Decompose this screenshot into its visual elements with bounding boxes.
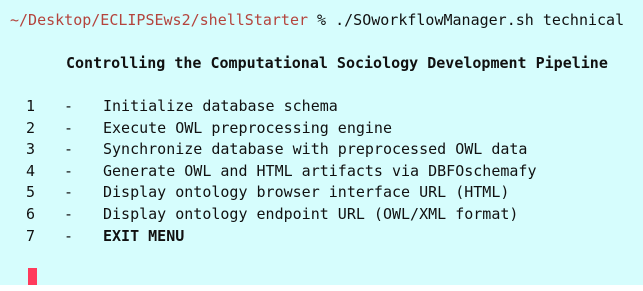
menu-item-label: EXIT MENU [103, 226, 185, 245]
menu-item-label: Synchronize database with preprocessed O… [103, 140, 528, 159]
menu-item-synchronize-database[interactable]: 3 - Synchronize database with preprocessed… [26, 139, 536, 161]
menu-item-number: 7 [26, 226, 36, 245]
prompt-symbol: % [317, 11, 327, 29]
terminal-window[interactable]: ~/Desktop/ECLIPSEws2/shellStarter % ./SO… [0, 0, 643, 291]
menu-item-label: Initialize database schema [103, 97, 338, 115]
menu-item-number: 5 [26, 183, 36, 202]
workflow-menu: 1 - Initialize database schema 2 - Execute O… [26, 96, 536, 247]
menu-item-browser-url[interactable]: 5 - Display ontology browser interface URL… [26, 182, 536, 204]
menu-item-endpoint-url[interactable]: 6 - Display ontology endpoint URL (OWL/XML… [26, 204, 536, 226]
menu-item-dash: - [64, 161, 74, 180]
menu-item-dash: - [64, 118, 74, 137]
menu-item-initialize-schema[interactable]: 1 - Initialize database schema [26, 96, 536, 118]
text-cursor [28, 268, 37, 288]
prompt-path: ~/Desktop/ECLIPSEws2/shellStarter [10, 11, 309, 29]
shell-prompt: ~/Desktop/ECLIPSEws2/shellStarter % ./SO… [10, 10, 624, 30]
menu-item-dash: - [64, 140, 74, 159]
menu-item-number: 3 [26, 140, 36, 159]
menu-item-owl-preprocessing[interactable]: 2 - Execute OWL preprocessing engine [26, 118, 536, 140]
menu-item-dash: - [64, 226, 74, 245]
menu-item-number: 6 [26, 204, 36, 223]
menu-item-label: Execute OWL preprocessing engine [103, 118, 392, 137]
menu-item-dash: - [64, 183, 74, 202]
menu-item-number: 1 [26, 97, 36, 115]
menu-item-dash: - [64, 204, 74, 223]
menu-item-label: Display ontology browser interface URL (… [103, 183, 510, 202]
menu-item-number: 4 [26, 161, 36, 180]
prompt-command: ./SOworkflowManager.sh technical [335, 11, 625, 29]
menu-item-label: Display ontology endpoint URL (OWL/XML f… [103, 204, 519, 223]
menu-item-number: 2 [26, 118, 36, 137]
menu-item-label: Generate OWL and HTML artifacts via DBFO… [103, 161, 537, 180]
menu-item-exit[interactable]: 7 - EXIT MENU [26, 226, 536, 248]
menu-heading: Controlling the Computational Sociology … [66, 54, 608, 72]
menu-item-generate-artifacts[interactable]: 4 - Generate OWL and HTML artifacts via DB… [26, 161, 536, 183]
menu-item-dash: - [64, 97, 74, 115]
